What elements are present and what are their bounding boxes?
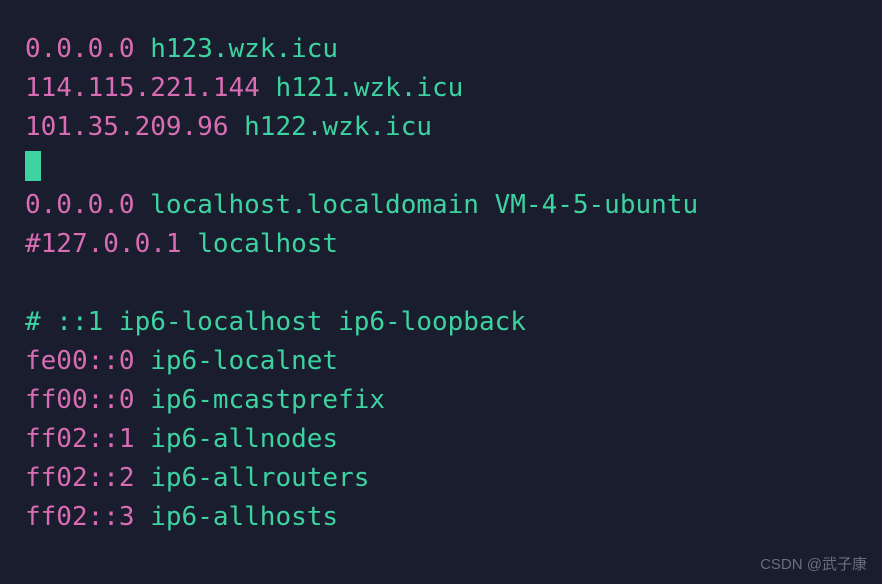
ip-address: ff00::0 xyxy=(25,385,135,415)
hostname: ip6-allhosts xyxy=(150,502,338,532)
ip-address: 0.0.0.0 xyxy=(25,34,135,64)
cursor-block xyxy=(25,151,41,181)
hostname: ip6-allnodes xyxy=(150,424,338,454)
ip-address: fe00::0 xyxy=(25,346,135,376)
ip-address: 101.35.209.96 xyxy=(25,112,229,142)
ip-address: #127.0.0.1 xyxy=(25,229,182,259)
hosts-entry-commented: #127.0.0.1 localhost xyxy=(25,225,857,264)
empty-line xyxy=(25,264,857,303)
ip-address: 114.115.221.144 xyxy=(25,73,260,103)
hosts-entry: fe00::0 ip6-localnet xyxy=(25,342,857,381)
ip-address: ff02::1 xyxy=(25,424,135,454)
hostname: ip6-allrouters xyxy=(150,463,369,493)
hosts-entry: 0.0.0.0 h123.wzk.icu xyxy=(25,30,857,69)
hosts-entry: 0.0.0.0 localhost.localdomain VM-4-5-ubu… xyxy=(25,186,857,225)
hostname: h123.wzk.icu xyxy=(150,34,338,64)
hosts-entry: ff00::0 ip6-mcastprefix xyxy=(25,381,857,420)
hosts-entry: ff02::2 ip6-allrouters xyxy=(25,459,857,498)
hosts-entry: ff02::3 ip6-allhosts xyxy=(25,498,857,537)
hosts-entry: ff02::1 ip6-allnodes xyxy=(25,420,857,459)
hosts-entry: 114.115.221.144 h121.wzk.icu xyxy=(25,69,857,108)
terminal-content[interactable]: 0.0.0.0 h123.wzk.icu 114.115.221.144 h12… xyxy=(25,30,857,537)
hostname: localhost xyxy=(197,229,338,259)
ip-address: 0.0.0.0 xyxy=(25,190,135,220)
hostname: localhost.localdomain VM-4-5-ubuntu xyxy=(150,190,698,220)
comment-line: # ::1 ip6-localhost ip6-loopback xyxy=(25,303,857,342)
hosts-entry: 101.35.209.96 h122.wzk.icu xyxy=(25,108,857,147)
watermark-text: CSDN @武子康 xyxy=(760,554,867,577)
hostname: h122.wzk.icu xyxy=(244,112,432,142)
cursor-line xyxy=(25,147,857,186)
ip-address: ff02::3 xyxy=(25,502,135,532)
hostname: ip6-localnet xyxy=(150,346,338,376)
hostname: h121.wzk.icu xyxy=(275,73,463,103)
hostname: ip6-mcastprefix xyxy=(150,385,385,415)
ip-address: ff02::2 xyxy=(25,463,135,493)
